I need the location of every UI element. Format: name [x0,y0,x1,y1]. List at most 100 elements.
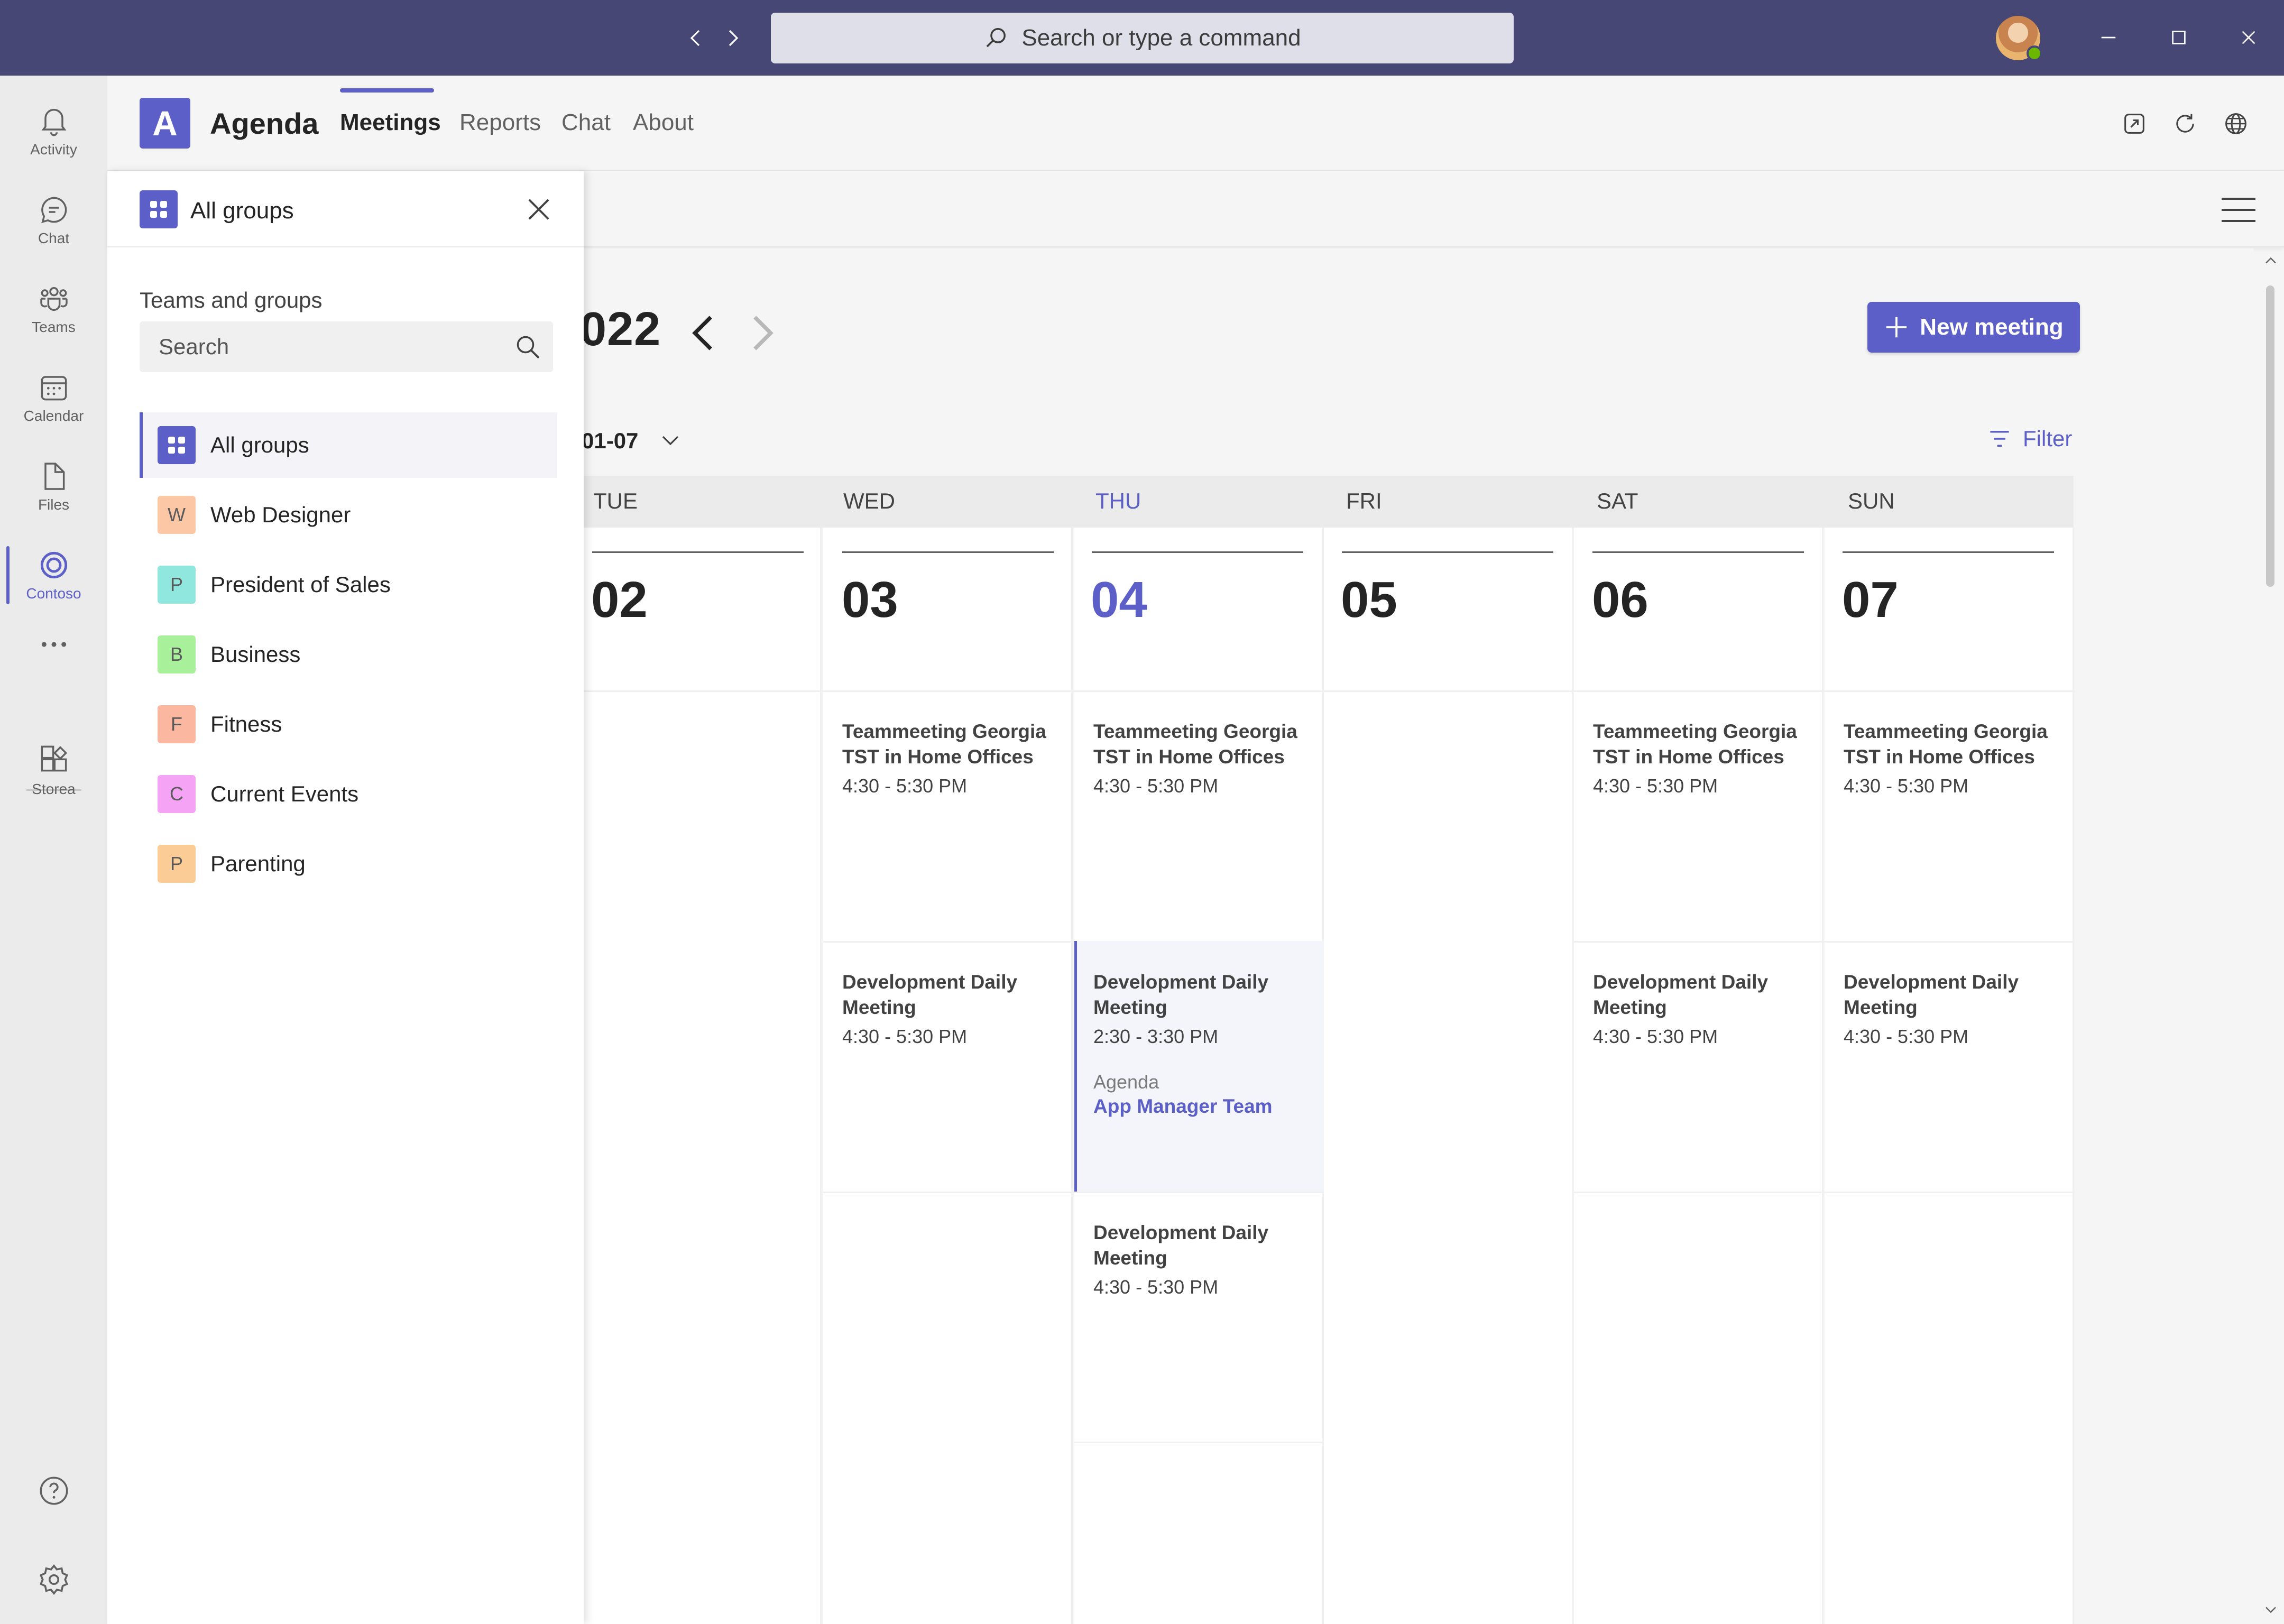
close-window-icon[interactable] [2231,20,2266,55]
event-team-link[interactable]: App Manager Team [1093,1095,1305,1118]
pop-out-icon[interactable] [2118,107,2151,140]
close-icon[interactable] [525,196,552,223]
minimize-icon[interactable] [2091,20,2126,55]
maximize-icon[interactable] [2161,20,2196,55]
rail-item-teams[interactable]: Teams [0,269,107,348]
date-number: 05 [1341,571,1397,628]
day-column-tue [584,528,822,1624]
group-search-field[interactable] [140,321,553,372]
tab-meetings[interactable]: Meetings [340,109,441,136]
help-icon[interactable] [0,1459,107,1522]
contoso-icon [40,551,67,579]
new-meeting-button[interactable]: New meeting [1867,302,2080,353]
rail-item-activity[interactable]: Activity [0,91,107,171]
calendar-icon [41,376,67,401]
presence-available-icon [2027,45,2042,61]
rail-item-chat[interactable]: Chat [0,180,107,260]
date-range-label[interactable]: 01-07 [582,428,638,454]
tab-reports[interactable]: Reports [459,109,541,136]
rail-item-files[interactable]: Files [0,447,107,526]
hamburger-menu-icon[interactable] [2221,197,2257,223]
date-number: 02 [591,571,648,628]
user-avatar[interactable] [1996,16,2042,61]
search-icon [986,28,1006,48]
date-number-today: 04 [1091,571,1147,628]
bell-icon [41,108,66,136]
previous-week-icon[interactable] [685,312,722,354]
group-avatar: C [158,775,196,813]
group-search-input[interactable] [140,321,510,372]
rail-item-contoso[interactable]: Contoso [0,536,107,615]
refresh-icon[interactable] [2169,107,2202,140]
search-icon[interactable] [515,334,541,361]
scrollbar-thumb[interactable] [2266,285,2274,587]
forward-arrow-icon[interactable] [718,23,747,52]
date-rule [1592,551,1804,553]
group-item-fitness[interactable]: F Fitness [140,691,557,757]
chevron-down-icon[interactable] [660,430,681,451]
day-header-wed: WED [843,488,895,513]
event-card[interactable]: Development Daily Meeting 4:30 - 5:30 PM [823,941,1073,1192]
more-apps-icon[interactable] [0,613,107,676]
event-card[interactable]: Development Daily Meeting 4:30 - 5:30 PM [1574,941,1823,1192]
date-rule [1843,551,2054,553]
group-item-current-events[interactable]: C Current Events [140,761,557,827]
date-rule [842,551,1054,553]
day-column-fri [1324,528,1573,1624]
group-item-all-groups[interactable]: All groups [140,412,557,478]
date-rule [592,551,804,553]
date-rule [1342,551,1553,553]
globe-icon[interactable] [2219,107,2252,140]
event-category: Agenda [1093,1071,1159,1093]
command-search-placeholder: Search or type a command [1021,25,1301,51]
rail-item-storea[interactable]: Storea [0,731,107,810]
back-arrow-icon[interactable] [681,23,710,52]
day-header-sat: SAT [1597,488,1638,513]
event-card[interactable]: Teammeeting Georgia TST in Home Offices … [1074,690,1324,941]
app-name: Agenda [210,107,319,140]
groups-flyout-panel: All groups Teams and groups All groups W… [107,171,584,1624]
tab-about[interactable]: About [633,109,694,136]
scroll-up-arrow-icon[interactable] [2263,253,2279,269]
group-avatar: B [158,635,196,673]
chat-icon [41,197,67,224]
group-avatar: W [158,496,196,534]
group-item-business[interactable]: B Business [140,622,557,687]
event-card[interactable]: Teammeeting Georgia TST in Home Offices … [823,690,1073,941]
day-header-tue: TUE [593,488,638,513]
event-card[interactable]: Development Daily Meeting 4:30 - 5:30 PM [1074,1192,1324,1442]
group-item-web-designer[interactable]: W Web Designer [140,482,557,548]
app-rail: Activity Chat Teams Calendar Files Conto… [0,76,107,1624]
filter-icon [1990,431,2009,447]
command-search-bar[interactable]: Search or type a command [771,13,1514,63]
event-card[interactable]: Development Daily Meeting 4:30 - 5:30 PM [1825,941,2074,1192]
month-title: 022 [580,303,661,356]
event-card[interactable]: Teammeeting Georgia TST in Home Offices … [1574,690,1823,941]
filter-button[interactable]: Filter [1988,426,2072,451]
grid-icon [158,426,196,464]
grid-icon [140,190,178,228]
tab-chat[interactable]: Chat [561,109,611,136]
plus-icon [1886,317,1907,338]
day-header-sun: SUN [1848,488,1895,513]
date-number: 06 [1592,571,1648,628]
group-avatar: F [158,705,196,743]
section-label: Teams and groups [140,288,323,312]
day-header-thu: THU [1095,488,1141,513]
event-card-selected[interactable]: Development Daily Meeting 2:30 - 3:30 PM… [1074,941,1324,1192]
next-week-icon[interactable] [743,312,780,354]
flyout-title: All groups [190,198,294,224]
group-item-parenting[interactable]: P Parenting [140,831,557,897]
active-tab-indicator [340,88,434,93]
group-avatar: P [158,845,196,883]
scroll-down-arrow-icon[interactable] [2263,1602,2279,1618]
date-rule [1092,551,1303,553]
date-number: 03 [842,571,898,628]
settings-icon[interactable] [0,1548,107,1611]
group-item-president-of-sales[interactable]: P President of Sales [140,552,557,617]
rail-item-calendar[interactable]: Calendar [0,358,107,437]
flyout-header: All groups [107,171,584,247]
row-divider [1574,1192,2075,1193]
date-number: 07 [1842,571,1899,628]
event-card[interactable]: Teammeeting Georgia TST in Home Offices … [1825,690,2074,941]
